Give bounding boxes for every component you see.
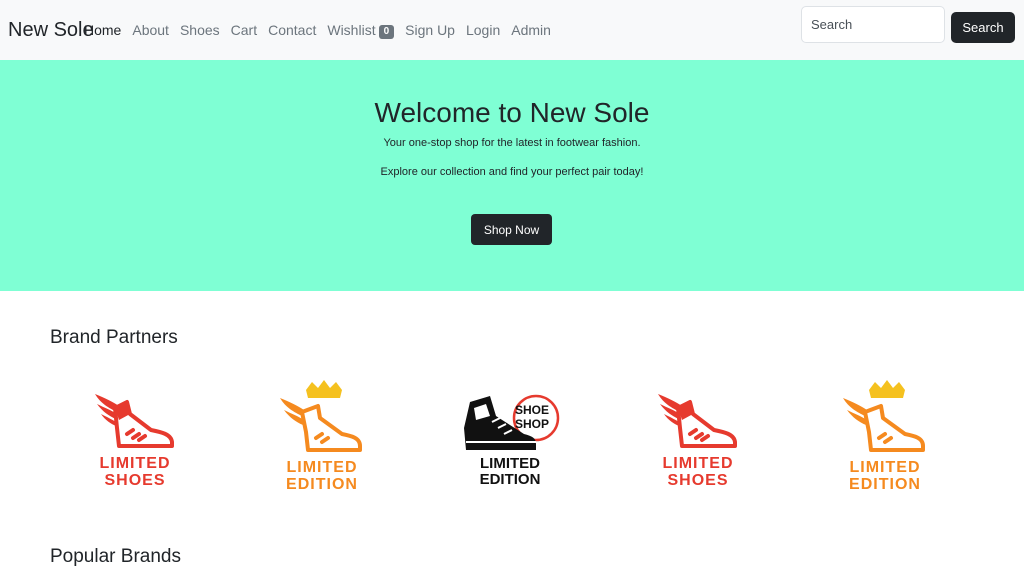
logo-line2: SHOES: [104, 472, 165, 489]
badge-line2: SHOP: [515, 417, 549, 431]
nav-about-link[interactable]: About: [132, 22, 169, 39]
wishlist-label: Wishlist: [327, 22, 376, 38]
brand-logo-limited-shoes[interactable]: LIMITED SHOES: [75, 372, 195, 492]
nav-home-link[interactable]: Home: [84, 22, 121, 39]
hero-title: Welcome to New Sole: [374, 97, 650, 128]
hero-section: Welcome to New Sole Your one-stop shop f…: [0, 60, 1024, 291]
nav-login-link[interactable]: Login: [466, 22, 500, 39]
hero-subtitle: Your one-stop shop for the latest in foo…: [383, 137, 641, 149]
navbar: New Sole Home About Shoes Cart Contact W…: [0, 0, 1024, 60]
logo-line1: LIMITED: [663, 455, 734, 472]
search-button[interactable]: Search: [951, 12, 1015, 43]
shop-now-button[interactable]: Shop Now: [471, 214, 552, 245]
sneaker-badge-icon: SHOE SHOP LIMITED EDITION: [464, 394, 560, 488]
nav-contact-link[interactable]: Contact: [268, 22, 316, 39]
winged-shoe-icon: LIMITED SHOES: [95, 394, 174, 489]
brand-logo-limited-edition[interactable]: LIMITED EDITION: [262, 372, 382, 493]
logo-line2: SHOES: [667, 472, 728, 489]
hero-text: Explore our collection and find your per…: [380, 166, 644, 178]
brand-partners-title: Brand Partners: [50, 327, 178, 348]
badge-line1: SHOE: [515, 403, 549, 417]
logo-line2: EDITION: [480, 471, 541, 488]
nav-admin-link[interactable]: Admin: [511, 22, 551, 39]
nav-links: Home About Shoes Cart Contact Wishlist 0 …: [84, 22, 562, 39]
brand-partners-row: LIMITED SHOES LIMITED EDITION SHOE SHOP: [0, 372, 1024, 502]
nav-wishlist-link[interactable]: Wishlist 0: [327, 22, 395, 39]
logo-line1: LIMITED: [287, 459, 358, 476]
winged-shoe-icon: LIMITED SHOES: [658, 394, 737, 489]
logo-line2: EDITION: [286, 476, 358, 493]
brand-logo-limited-edition-2[interactable]: LIMITED EDITION: [825, 372, 945, 493]
nav-cart-link[interactable]: Cart: [231, 22, 257, 39]
winged-shoe-crown-icon: LIMITED EDITION: [280, 380, 362, 493]
logo-line1: LIMITED: [850, 459, 921, 476]
search-input[interactable]: [801, 6, 945, 43]
nav-signup-link[interactable]: Sign Up: [405, 22, 455, 39]
wishlist-count-badge: 0: [378, 25, 395, 39]
winged-shoe-crown-icon: LIMITED EDITION: [843, 380, 925, 493]
logo-line1: LIMITED: [480, 455, 540, 472]
brand-logo-link[interactable]: New Sole: [8, 19, 94, 41]
logo-line1: LIMITED: [100, 455, 171, 472]
logo-line2: EDITION: [849, 476, 921, 493]
brand-logo-limited-shoes-2[interactable]: LIMITED SHOES: [638, 372, 758, 492]
popular-brands-title: Popular Brands: [50, 546, 181, 567]
nav-shoes-link[interactable]: Shoes: [180, 22, 220, 39]
brand-logo-shoe-shop[interactable]: SHOE SHOP LIMITED EDITION: [452, 372, 572, 492]
